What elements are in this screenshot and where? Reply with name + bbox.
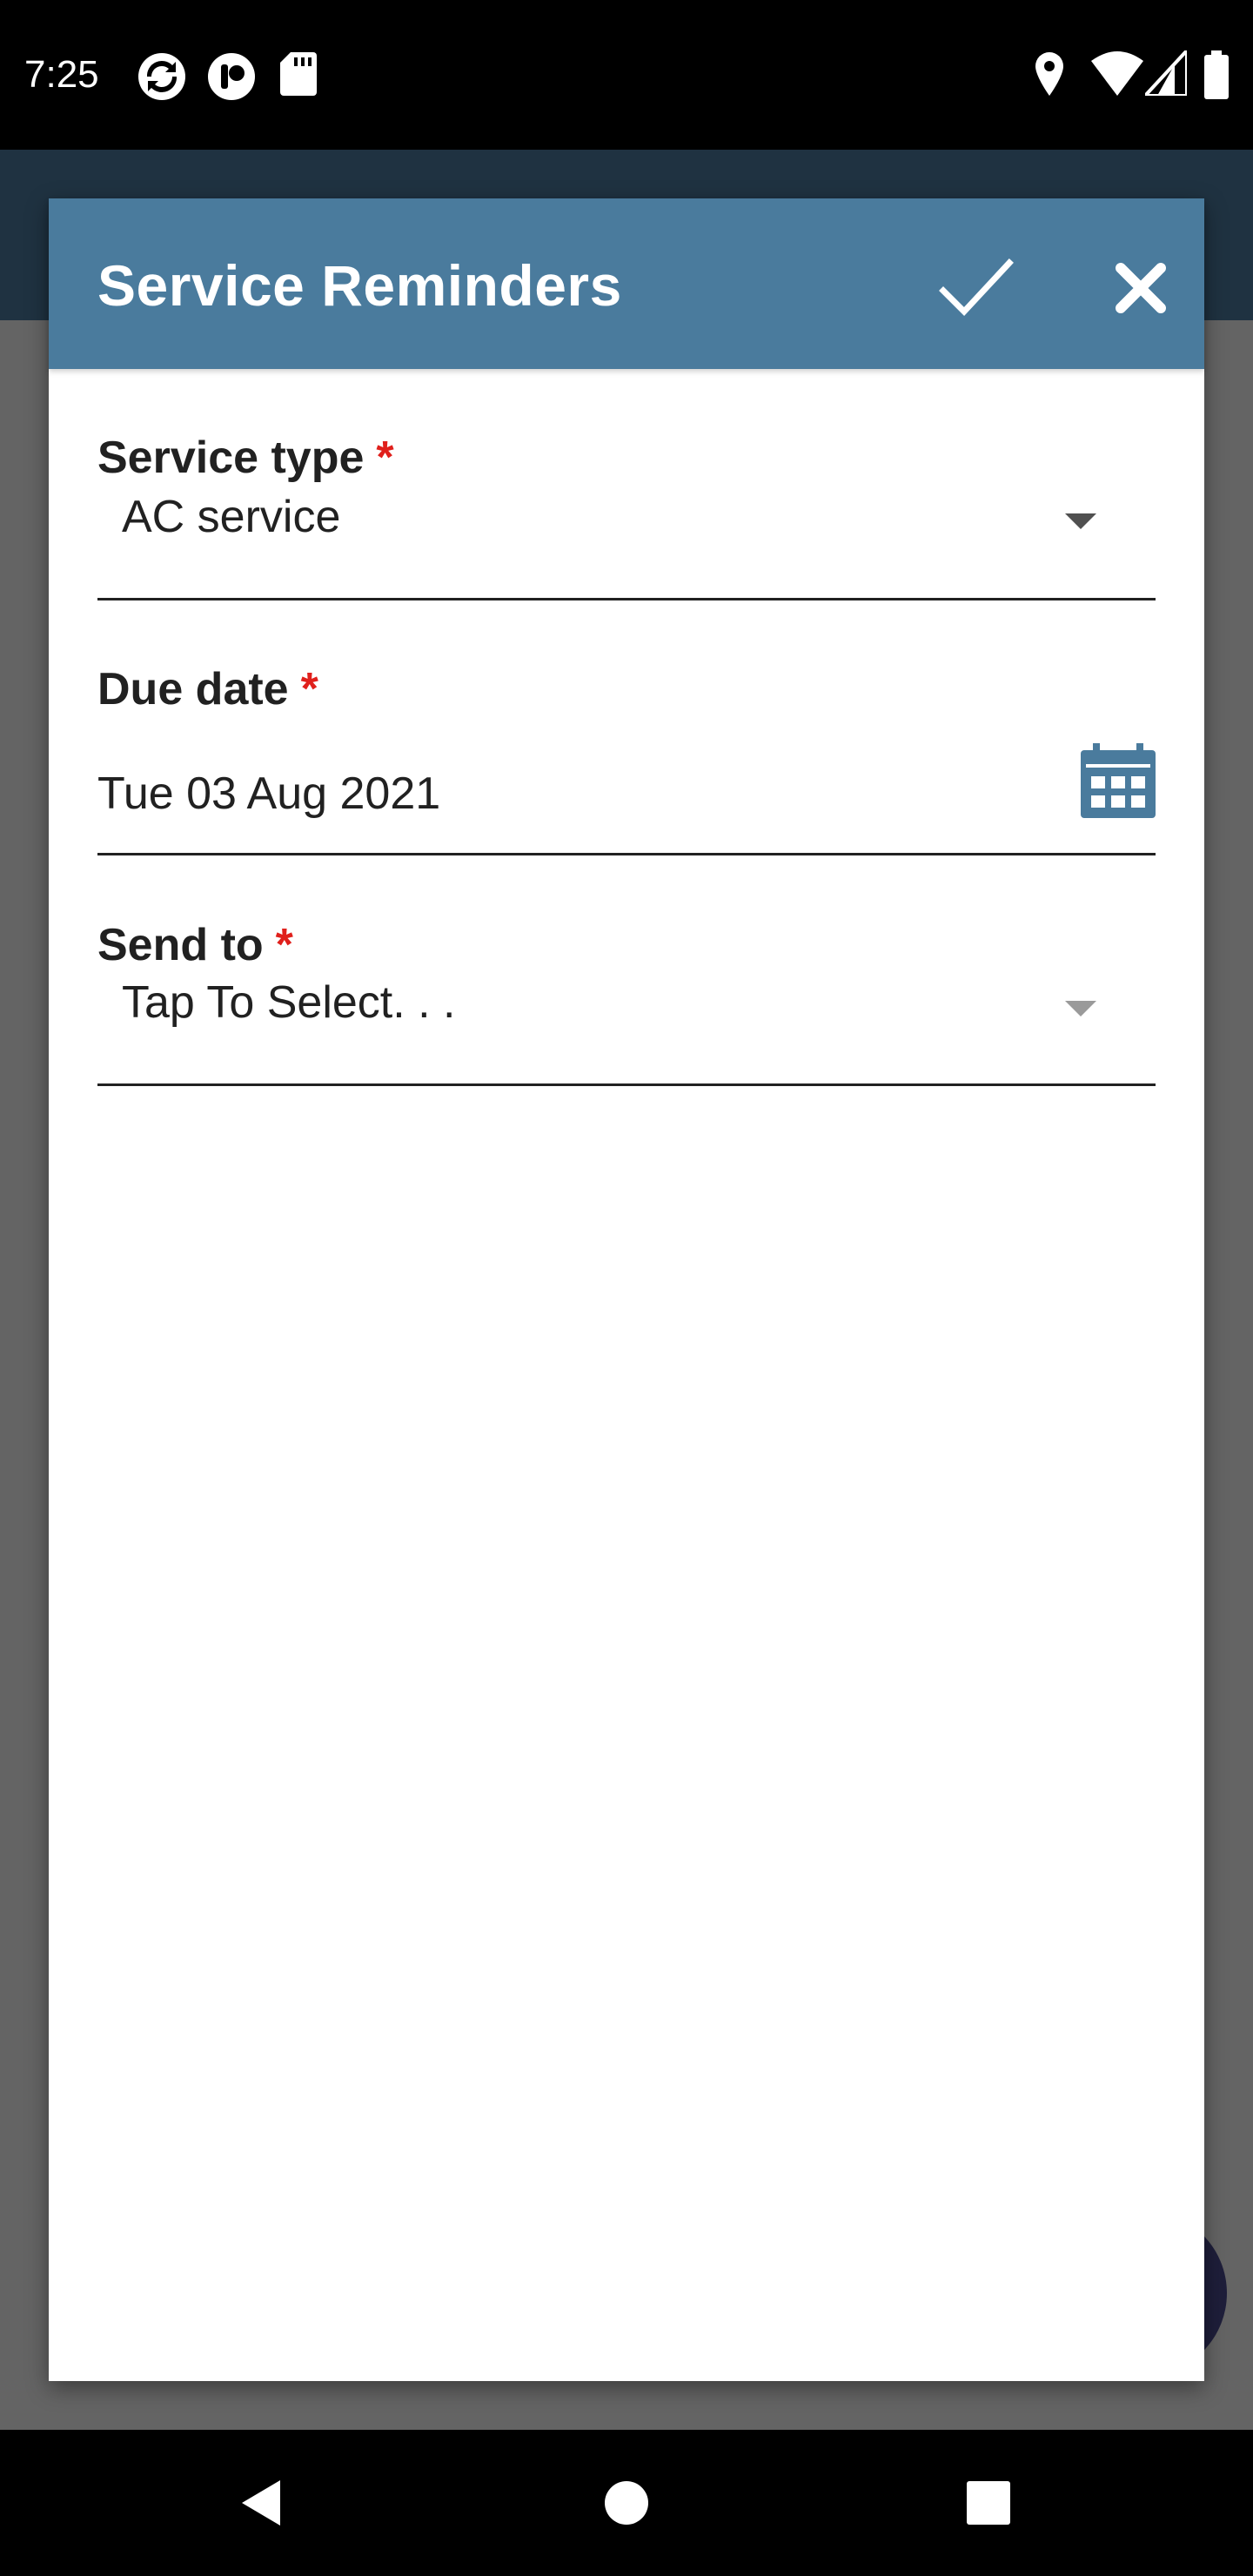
app-badge-icon [208,53,255,100]
send-to-dropdown[interactable]: Tap To Select. . . [97,975,1156,1062]
service-type-dropdown[interactable]: AC service [97,489,1156,576]
sd-card-icon [280,52,317,96]
calendar-icon[interactable] [1081,743,1156,818]
required-mark: * [275,920,293,970]
send-to-placeholder: Tap To Select. . . [122,977,456,1028]
back-icon[interactable] [235,2475,291,2531]
dialog-title: Service Reminders [97,253,622,318]
signal-icon [1145,50,1187,96]
due-date-label: Due date * [97,661,318,717]
service-type-underline [97,598,1156,600]
navigation-bar [0,2430,1253,2576]
chevron-down-icon [1065,1001,1096,1016]
sync-icon [138,53,185,100]
due-date-label-text: Due date [97,664,289,714]
recents-icon[interactable] [961,2475,1016,2531]
dialog-header: Service Reminders [49,198,1204,369]
due-date-field[interactable]: Tue 03 Aug 2021 [97,736,1156,834]
send-to-label-text: Send to [97,920,264,970]
service-type-label: Service type * [97,430,394,486]
send-to-label: Send to * [97,917,293,973]
required-mark: * [376,433,394,483]
close-icon[interactable] [1102,249,1180,327]
status-time: 7:25 [24,53,99,96]
due-date-value: Tue 03 Aug 2021 [97,768,441,819]
due-date-underline [97,853,1156,855]
status-bar: 7:25 [0,0,1253,150]
send-to-underline [97,1083,1156,1086]
location-icon [1035,52,1063,96]
service-type-label-text: Service type [97,433,365,483]
battery-icon [1204,50,1229,99]
required-mark: * [300,664,318,714]
check-icon[interactable] [936,249,1015,327]
chevron-down-icon [1065,513,1096,529]
service-reminders-dialog: Service Reminders Service type * AC servi… [49,198,1204,2381]
wifi-icon [1091,51,1143,96]
home-icon[interactable] [599,2475,654,2531]
service-type-value: AC service [122,492,341,542]
